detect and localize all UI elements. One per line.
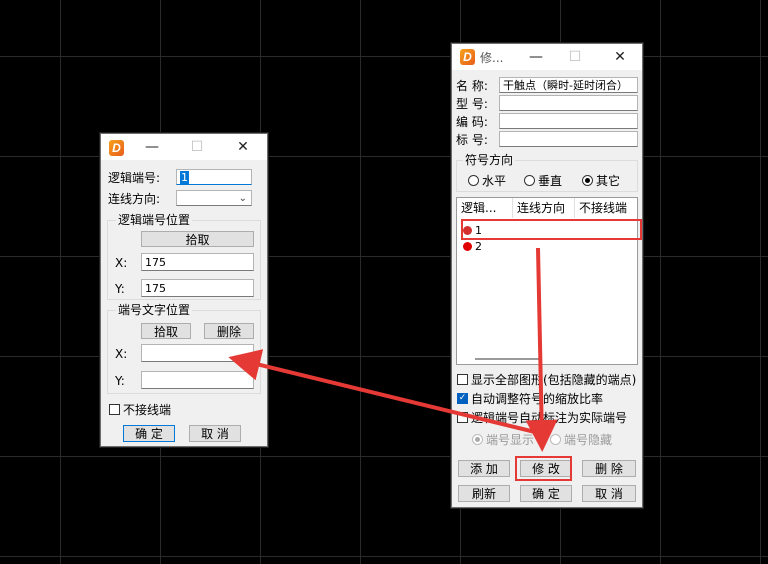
app-logo-icon: D — [460, 49, 475, 65]
delete-button[interactable]: 删 除 — [582, 460, 636, 477]
code-input[interactable] — [499, 113, 638, 129]
ok-button[interactable]: 确 定 — [123, 425, 175, 442]
list-item[interactable]: 2 — [463, 240, 482, 254]
column-header[interactable]: 逻辑... — [457, 198, 513, 218]
radio-horizontal-label: 水平 — [482, 174, 507, 188]
group-title: 端号文字位置 — [116, 303, 193, 317]
logic-no-label: 逻辑端号: — [108, 171, 161, 185]
no-wire-label: 不接线端 — [123, 403, 172, 417]
delete-text-button[interactable]: 删除 — [204, 323, 254, 339]
symbol-modify-dialog: D 修... — ☐ ✕ 名 称: 干触点（瞬时-延时闭合） 型 号: 编 码:… — [451, 43, 643, 508]
show-all-label: 显示全部图形(包括隐藏的端点) — [471, 373, 637, 387]
column-header[interactable]: 连线方向 — [513, 198, 575, 218]
radio-show-terminal — [472, 434, 483, 445]
chevron-down-icon: ⌄ — [238, 193, 247, 204]
radio-hide-terminal — [550, 434, 561, 445]
auto-scale-label: 自动调整符号的缩放比率 — [471, 392, 604, 406]
close-icon[interactable]: ✕ — [610, 47, 630, 67]
tag-input[interactable] — [499, 131, 638, 147]
app-logo-icon: D — [109, 140, 124, 156]
tag-label: 标 号: — [456, 133, 488, 147]
radio-vertical[interactable] — [524, 175, 535, 186]
position-x-input[interactable]: 175 — [141, 253, 254, 271]
radio-other[interactable] — [582, 175, 593, 186]
hide-terminal-label: 端号隐藏 — [564, 433, 613, 447]
auto-scale-checkbox[interactable]: ✓ — [457, 393, 468, 404]
highlight-row-box — [461, 219, 642, 240]
direction-select[interactable]: ⌄ — [176, 190, 252, 206]
title-bar[interactable]: D — ☐ ✕ — [101, 134, 267, 160]
maximize-icon: ☐ — [568, 49, 582, 65]
minimize-icon[interactable]: — — [142, 137, 162, 157]
name-input[interactable]: 干触点（瞬时-延时闭合） — [499, 77, 638, 93]
name-label: 名 称: — [456, 79, 488, 93]
pick-text-button[interactable]: 拾取 — [141, 323, 191, 339]
x-label: X: — [115, 347, 128, 361]
terminal-dot-icon — [463, 242, 472, 251]
show-terminal-label: 端号显示 — [486, 433, 535, 447]
window-title: 修... — [480, 51, 504, 65]
column-header[interactable]: 不接线端 — [575, 198, 637, 218]
group-title: 逻辑端号位置 — [116, 213, 193, 227]
maximize-icon: ☐ — [190, 139, 204, 155]
code-label: 编 码: — [456, 115, 488, 129]
direction-label: 连线方向: — [108, 192, 161, 206]
title-bar[interactable]: D 修... — ☐ ✕ — [452, 44, 642, 70]
auto-label-label: 逻辑端号自动标注为实际端号 — [471, 411, 628, 425]
logic-no-input[interactable]: 1 — [176, 169, 252, 185]
text-x-input[interactable] — [141, 344, 254, 362]
cancel-button[interactable]: 取 消 — [582, 485, 636, 502]
y-label: Y: — [115, 374, 125, 388]
no-wire-checkbox[interactable] — [109, 404, 120, 415]
text-y-input[interactable] — [141, 371, 254, 389]
ok-button[interactable]: 确 定 — [520, 485, 572, 502]
x-label: X: — [115, 256, 128, 270]
highlight-modify-box — [515, 456, 572, 481]
group-title: 符号方向 — [463, 153, 516, 167]
position-y-input[interactable]: 175 — [141, 279, 254, 297]
radio-horizontal[interactable] — [468, 175, 479, 186]
auto-label-checkbox[interactable] — [457, 412, 468, 423]
pick-position-button[interactable]: 拾取 — [141, 231, 254, 247]
radio-vertical-label: 垂直 — [538, 174, 563, 188]
model-label: 型 号: — [456, 97, 488, 111]
show-all-checkbox[interactable] — [457, 374, 468, 385]
y-label: Y: — [115, 282, 125, 296]
horizontal-scrollbar[interactable] — [475, 358, 541, 360]
cancel-button[interactable]: 取 消 — [189, 425, 241, 442]
add-button[interactable]: 添 加 — [458, 460, 510, 477]
close-icon[interactable]: ✕ — [233, 137, 253, 157]
terminal-edit-dialog: D — ☐ ✕ 逻辑端号: 1 连线方向: ⌄ 逻辑端号位置 拾取 X: 175… — [100, 133, 268, 447]
model-input[interactable] — [499, 95, 638, 111]
radio-other-label: 其它 — [596, 174, 621, 188]
minimize-icon[interactable]: — — [526, 47, 546, 67]
refresh-button[interactable]: 刷新 — [458, 485, 510, 502]
